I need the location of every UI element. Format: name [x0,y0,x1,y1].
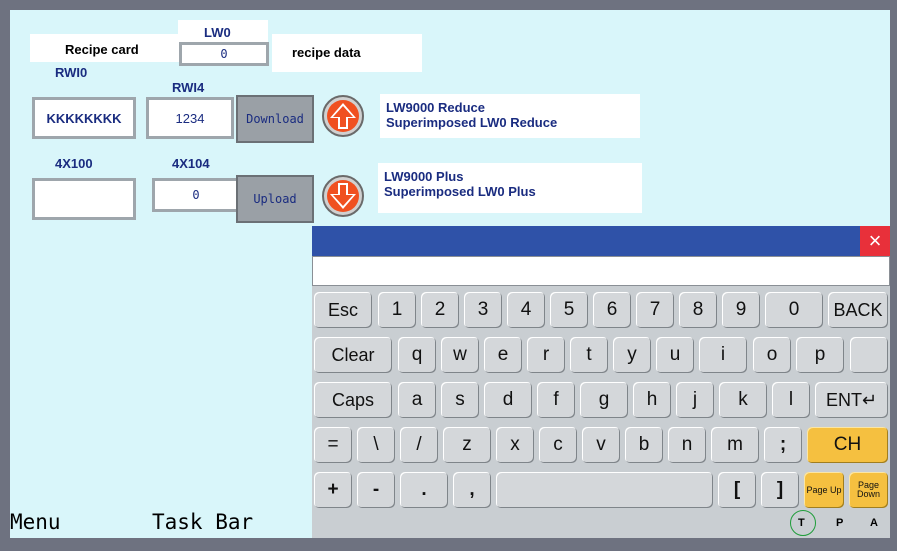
key-q[interactable]: q [398,337,436,373]
key-0[interactable]: 0 [765,292,823,328]
key-6[interactable]: 6 [593,292,631,328]
4x100-field[interactable] [32,178,136,220]
rwi0-field[interactable]: KKKKKKKK [32,97,136,139]
key-b[interactable]: b [625,427,663,463]
key-w[interactable]: w [441,337,479,373]
key-enter[interactable]: ENT↵ [815,382,888,418]
4x100-label: 4X100 [55,156,93,171]
4x104-field[interactable]: 0 [152,178,240,212]
key-l[interactable]: l [772,382,810,418]
key-semicolon[interactable]: ; [764,427,802,463]
key-bracket-left[interactable]: [ [718,472,756,508]
key-t[interactable]: t [570,337,608,373]
key-slash[interactable]: / [400,427,438,463]
system-tray: T P A [789,510,890,538]
taskbar: Menu Task Bar [10,510,312,538]
key-d[interactable]: d [484,382,532,418]
keyboard-titlebar: × [312,226,890,256]
reduce-note-line1: LW9000 Reduce [386,100,485,115]
key-8[interactable]: 8 [679,292,717,328]
rwi0-label: RWI0 [55,65,88,80]
recipe-card-label: Recipe card [65,42,139,57]
key-caps[interactable]: Caps [314,382,392,418]
key-bracket-right[interactable]: ] [761,472,799,508]
reduce-note: LW9000 Reduce Superimposed LW0 Reduce [380,94,640,138]
key-g[interactable]: g [580,382,628,418]
key-e[interactable]: e [484,337,522,373]
lw0-field[interactable]: 0 [179,42,269,66]
key-5[interactable]: 5 [550,292,588,328]
key-v[interactable]: v [582,427,620,463]
key-backslash[interactable]: \ [357,427,395,463]
key-equals[interactable]: = [314,427,352,463]
key-p[interactable]: p [796,337,844,373]
key-n[interactable]: n [668,427,706,463]
key-j[interactable]: j [676,382,714,418]
key-clear[interactable]: Clear [314,337,392,373]
key-3[interactable]: 3 [464,292,502,328]
4x104-label: 4X104 [172,156,210,171]
lw0-label: LW0 [204,25,231,40]
key-enter-top[interactable] [850,337,888,373]
plus-note: LW9000 Plus Superimposed LW0 Plus [378,163,642,213]
close-icon[interactable]: × [860,226,890,256]
key-f[interactable]: f [537,382,575,418]
key-9[interactable]: 9 [722,292,760,328]
key-period[interactable]: . [400,472,448,508]
key-s[interactable]: s [441,382,479,418]
key-comma[interactable]: , [453,472,491,508]
tray-p[interactable]: P [836,517,843,529]
plus-button[interactable] [322,175,364,217]
key-r[interactable]: r [527,337,565,373]
arrow-down-icon [327,180,359,212]
key-k[interactable]: k [719,382,767,418]
key-esc[interactable]: Esc [314,292,372,328]
upload-button[interactable]: Upload [236,175,314,223]
tray-a[interactable]: A [870,517,878,529]
rwi4-label: RWI4 [172,80,205,95]
key-plus[interactable]: + [314,472,352,508]
key-page-down[interactable]: Page Down [849,472,888,508]
reduce-note-line2: Superimposed LW0 Reduce [386,115,558,130]
plus-note-line1: LW9000 Plus [384,169,464,184]
menu-button[interactable]: Menu [10,510,61,534]
key-u[interactable]: u [656,337,694,373]
keyboard-input[interactable] [312,256,890,286]
key-i[interactable]: i [699,337,747,373]
taskbar-label[interactable]: Task Bar [152,510,253,534]
key-m[interactable]: m [711,427,759,463]
key-z[interactable]: z [443,427,491,463]
key-a[interactable]: a [398,382,436,418]
key-minus[interactable]: - [357,472,395,508]
key-2[interactable]: 2 [421,292,459,328]
key-page-up[interactable]: Page Up [804,472,844,508]
key-space[interactable] [496,472,713,508]
key-x[interactable]: x [496,427,534,463]
plus-note-line2: Superimposed LW0 Plus [384,184,536,199]
key-h[interactable]: h [633,382,671,418]
key-1[interactable]: 1 [378,292,416,328]
key-7[interactable]: 7 [636,292,674,328]
key-y[interactable]: y [613,337,651,373]
key-ch[interactable]: CH [807,427,888,463]
key-o[interactable]: o [753,337,791,373]
rwi4-field[interactable]: 1234 [146,97,234,139]
recipe-data-label: recipe data [292,45,361,60]
key-4[interactable]: 4 [507,292,545,328]
key-back[interactable]: BACK [828,292,888,328]
key-c[interactable]: c [539,427,577,463]
download-button[interactable]: Download [236,95,314,143]
tray-t[interactable]: T [798,517,805,529]
arrow-up-icon [327,100,359,132]
reduce-button[interactable] [322,95,364,137]
